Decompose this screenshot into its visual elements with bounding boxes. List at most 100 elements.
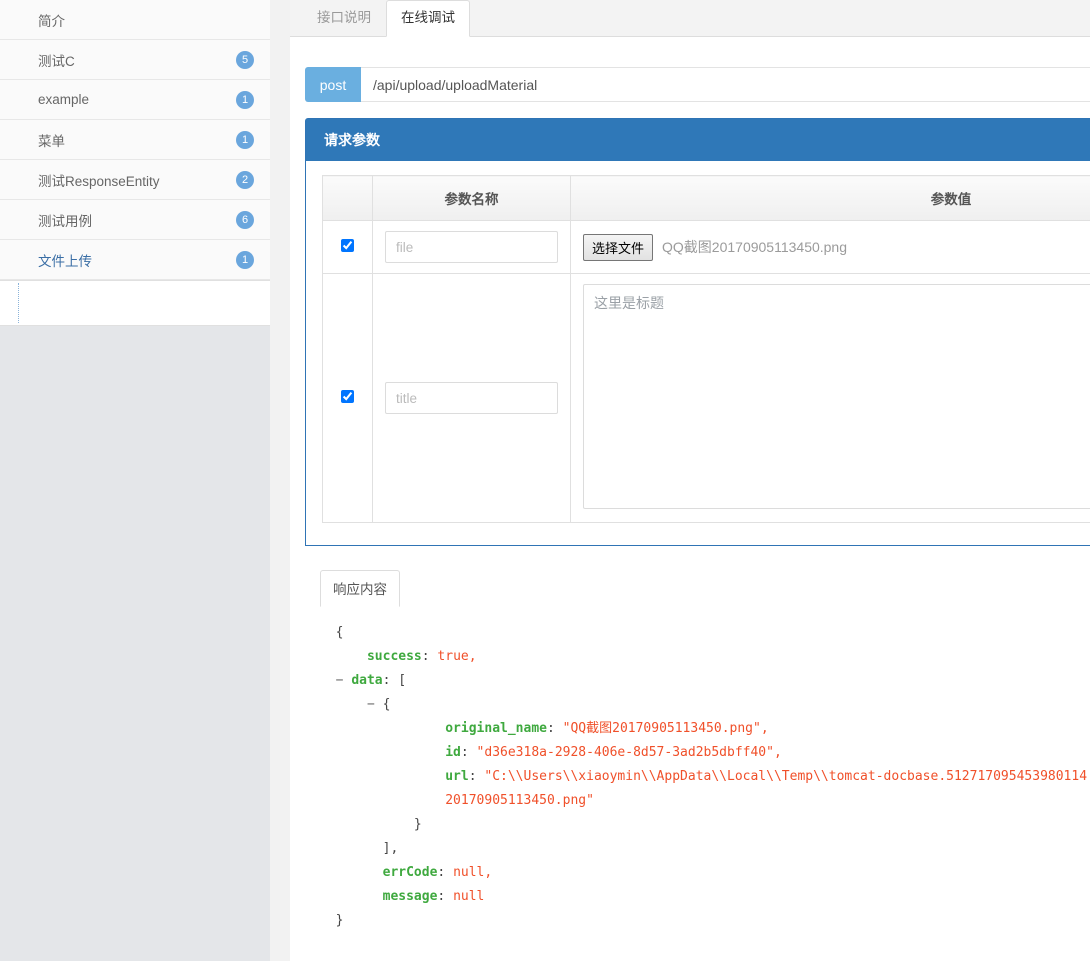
- sidebar-item-label: 测试用例: [38, 213, 92, 229]
- json-value: }: [413, 817, 422, 832]
- json-line: errCode: null,: [320, 861, 1090, 885]
- sidebar-item-label: 简介: [38, 13, 65, 29]
- sidebar-item-1[interactable]: 测试C 5: [0, 40, 270, 80]
- selected-file-name: QQ截图20170905113450.png: [662, 239, 848, 255]
- request-url-bar: post /api/upload/uploadMaterial: [305, 67, 1090, 102]
- sidebar-item-5[interactable]: 测试用例 6: [0, 200, 270, 240]
- param-enabled-checkbox[interactable]: [341, 390, 354, 403]
- json-value: {: [335, 625, 344, 640]
- json-line: }: [320, 909, 1090, 933]
- json-value: "d36e318a-2928-406e-8d57-3ad2b5dbff40",: [476, 745, 782, 760]
- json-line: id: "d36e318a-2928-406e-8d57-3ad2b5dbff4…: [320, 741, 1090, 765]
- json-separator: :: [468, 769, 485, 784]
- json-collapse-toggle-icon[interactable]: −: [320, 697, 383, 712]
- json-key: errCode: [382, 865, 438, 880]
- sidebar-item-label: 测试C: [38, 53, 75, 69]
- sidebar-item-label: example: [38, 92, 90, 107]
- json-value: 20170905113450.png": [445, 793, 594, 808]
- json-separator: :: [546, 721, 563, 736]
- sidebar-item-badge: 1: [236, 90, 254, 109]
- params-table-header-row: 参数名称 参数值: [322, 175, 1090, 221]
- json-separator: :: [382, 673, 399, 688]
- json-key: original_name: [445, 721, 547, 736]
- sidebar-item-6[interactable]: 文件上传 1: [0, 240, 270, 280]
- param-value-cell: [570, 273, 1090, 523]
- tab-1[interactable]: 在线调试: [386, 0, 470, 37]
- app-root: 简介 测试C 5 example 1 菜单 1 测试ResponseEntity 2 测试用例 6 文…: [0, 0, 1090, 961]
- tree-connector-line: [18, 283, 19, 323]
- json-value: [: [398, 673, 407, 688]
- sidebar-item-2[interactable]: example 1: [0, 80, 270, 120]
- request-params-panel: 请求参数 参数名称 参数值 file 选择文件 QQ截图201709051134…: [305, 118, 1090, 546]
- choose-file-button[interactable]: 选择文件: [583, 233, 654, 261]
- json-line: message: null: [320, 885, 1090, 909]
- json-collapse-toggle-icon[interactable]: −: [320, 673, 351, 688]
- param-value-cell: 选择文件 QQ截图20170905113450.png: [570, 220, 1090, 274]
- col-header-param-value: 参数值: [570, 175, 1090, 221]
- sidebar-item-3[interactable]: 菜单 1: [0, 120, 270, 160]
- sidebar-item-label: 菜单: [38, 133, 65, 149]
- http-method-badge: post: [305, 67, 361, 102]
- json-line: url: "C:\\Users\\xiaoymin\\AppData\\Loca…: [320, 765, 1090, 789]
- param-name-cell: [372, 220, 571, 274]
- json-value: "C:\\Users\\xiaoymin\\AppData\\Local\\Te…: [484, 769, 1090, 784]
- response-json-viewer: { success: true, − data: [ − { original_…: [320, 607, 1090, 933]
- col-header-param-name: 参数名称: [372, 175, 571, 221]
- json-line: − {: [320, 693, 1090, 717]
- sidebar-item-4[interactable]: 测试ResponseEntity 2: [0, 160, 270, 200]
- file-input-group[interactable]: 选择文件 QQ截图20170905113450.png: [583, 231, 1090, 263]
- sidebar-item-badge: 1: [236, 130, 254, 149]
- sidebar-subpanel: [0, 281, 270, 326]
- json-key: data: [351, 673, 383, 688]
- json-value: {: [382, 697, 391, 712]
- json-line: }: [320, 813, 1090, 837]
- tab-response-content[interactable]: 响应内容: [320, 570, 400, 607]
- json-key: message: [382, 889, 438, 904]
- col-header-check: [322, 175, 373, 221]
- content-panel: 接口说明 在线调试 post /api/upload/uploadMaterial…: [290, 0, 1090, 961]
- params-table-body: 选择文件 QQ截图20170905113450.png: [322, 220, 1090, 523]
- json-separator: :: [460, 745, 477, 760]
- json-separator: :: [421, 649, 438, 664]
- json-line: ],: [320, 837, 1090, 861]
- param-enabled-cell: [322, 273, 373, 523]
- tab-0[interactable]: 接口说明: [302, 0, 386, 37]
- param-value-textarea[interactable]: [583, 284, 1090, 509]
- json-separator: :: [437, 889, 454, 904]
- param-name-input[interactable]: [385, 231, 558, 263]
- param-enabled-checkbox[interactable]: [341, 239, 354, 252]
- sidebar: 简介 测试C 5 example 1 菜单 1 测试ResponseEntity 2 测试用例 6 文…: [0, 0, 270, 961]
- table-row: [322, 273, 1090, 523]
- json-value: }: [335, 913, 344, 928]
- tab-bar: 接口说明 在线调试: [290, 0, 1090, 37]
- request-url-field[interactable]: /api/upload/uploadMaterial: [361, 67, 1090, 102]
- param-name-input[interactable]: [385, 382, 558, 414]
- request-params-body: 参数名称 参数值 选择文件 QQ截图20170905113450.png: [306, 161, 1090, 545]
- json-value: true,: [437, 649, 477, 664]
- sidebar-item-label: 文件上传: [38, 253, 92, 269]
- json-separator: :: [437, 865, 454, 880]
- json-value: null: [453, 889, 485, 904]
- json-key: url: [445, 769, 469, 784]
- json-value: null,: [453, 865, 493, 880]
- params-table: 参数名称 参数值 选择文件 QQ截图20170905113450.png: [322, 175, 1090, 523]
- table-row: 选择文件 QQ截图20170905113450.png: [322, 220, 1090, 274]
- json-key: id: [445, 745, 461, 760]
- sidebar-item-0[interactable]: 简介: [0, 0, 270, 40]
- sidebar-item-badge: 1: [236, 250, 254, 269]
- json-line: {: [320, 621, 1090, 645]
- main-area: 接口说明 在线调试 post /api/upload/uploadMaterial…: [270, 0, 1090, 961]
- json-line: original_name: "QQ截图20170905113450.png",: [320, 717, 1090, 741]
- sidebar-item-label: 测试ResponseEntity: [38, 173, 160, 189]
- sidebar-item-badge: 5: [236, 50, 254, 69]
